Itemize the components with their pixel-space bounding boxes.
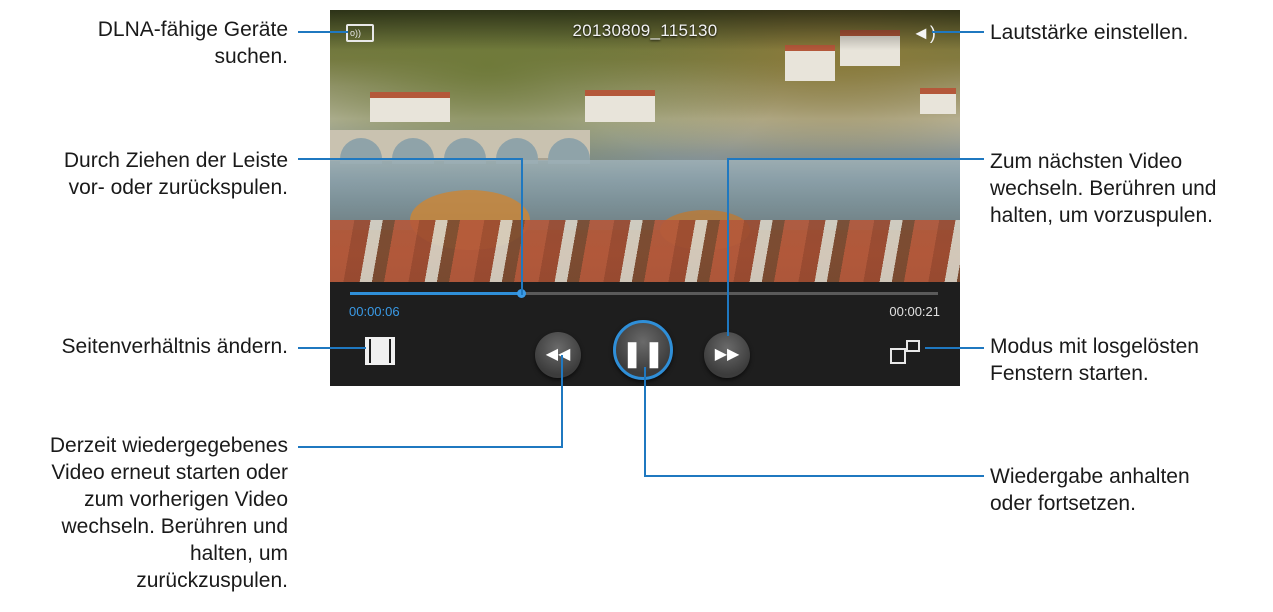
callout-prev: Derzeit wiedergegebenes Video erneut sta… [50, 432, 288, 594]
callout-volume: Lautstärke einstellen. [990, 19, 1188, 46]
callout-seek-line: vor- oder zurückspulen. [68, 176, 288, 199]
callout-prev-line: zum vorherigen Video [84, 488, 288, 511]
callout-line-pause [644, 367, 646, 476]
pause-icon[interactable]: ❚❚ [613, 320, 673, 380]
seek-bar[interactable] [350, 289, 938, 298]
callout-popup-line: Fenstern starten. [990, 362, 1149, 385]
callout-seek-line: Durch Ziehen der Leiste [63, 149, 288, 172]
video-frame[interactable] [330, 10, 960, 282]
title-bar: o)) 20130809_115130 ◄) [330, 10, 960, 50]
callout-popup-line: Modus mit losgelösten [990, 335, 1199, 358]
callout-next: Zum nächsten Video wechseln. Berühren un… [990, 148, 1216, 229]
callout-pause-line: oder fortsetzen. [990, 492, 1136, 515]
video-scene-building [370, 92, 450, 122]
next-icon[interactable]: ▶▶ [704, 332, 750, 378]
video-title: 20130809_115130 [572, 21, 718, 40]
callout-line-seek [521, 158, 523, 295]
callout-next-line: Zum nächsten Video [990, 150, 1183, 173]
callout-ratio-line: Seitenverhältnis ändern. [61, 335, 288, 358]
callout-prev-line: wechseln. Berühren und [61, 515, 288, 538]
total-time: 00:00:21 [889, 304, 940, 319]
callout-next-line: wechseln. Berühren und [990, 177, 1217, 200]
callout-prev-line: zurückzuspulen. [136, 569, 288, 592]
popup-window-icon[interactable] [890, 340, 922, 368]
callout-dlna-line: DLNA-fähige Geräte [97, 18, 288, 41]
callout-line-dlna [298, 31, 348, 33]
callout-line-pause [644, 475, 984, 477]
video-scene-building [920, 88, 956, 114]
video-scene-building [585, 90, 655, 122]
callout-line-volume [932, 31, 984, 33]
callout-pause: Wiedergabe anhalten oder fortsetzen. [990, 463, 1190, 517]
callout-line-next [727, 158, 729, 336]
callout-line-next [727, 158, 984, 160]
video-scene-bridge [330, 130, 590, 164]
callout-dlna-line: suchen. [214, 45, 288, 68]
callout-popup: Modus mit losgelösten Fenstern starten. [990, 333, 1199, 387]
video-scene-roofs [330, 220, 960, 282]
aspect-ratio-icon[interactable] [365, 337, 395, 365]
callout-line-popup [925, 347, 984, 349]
callout-dlna: DLNA-fähige Geräte suchen. [98, 16, 288, 70]
volume-icon[interactable]: ◄) [912, 23, 942, 43]
seek-bar-progress [350, 292, 521, 295]
callout-prev-line: Derzeit wiedergegebenes [49, 434, 288, 457]
video-player-screen: o)) 20130809_115130 ◄) 00:00:06 00:00:21… [330, 10, 960, 386]
callout-ratio: Seitenverhältnis ändern. [62, 333, 288, 360]
callout-prev-line: Video erneut starten oder [51, 461, 288, 484]
previous-icon[interactable]: ◀◀ [535, 332, 581, 378]
callout-next-line: halten, um vorzuspulen. [990, 204, 1213, 227]
callout-seek: Durch Ziehen der Leiste vor- oder zurück… [64, 147, 288, 201]
callout-volume-line: Lautstärke einstellen. [990, 21, 1189, 44]
callout-pause-line: Wiedergabe anhalten [990, 465, 1190, 488]
callout-prev-line: halten, um [189, 542, 288, 565]
callout-line-ratio [298, 347, 366, 349]
callout-line-prev [298, 446, 562, 448]
video-scene-building [785, 45, 835, 81]
callout-line-prev [561, 355, 563, 448]
callout-line-seek [298, 158, 522, 160]
elapsed-time: 00:00:06 [349, 304, 400, 319]
